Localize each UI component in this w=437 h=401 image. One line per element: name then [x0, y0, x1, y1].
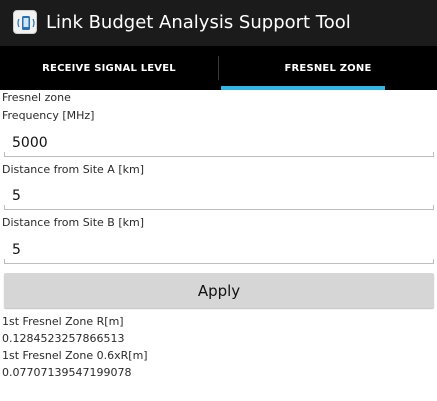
tab-fresnel-zone[interactable]: FRESNEL ZONE: [219, 46, 437, 90]
fresnel-r06-value: 0.07707139547199078: [2, 366, 132, 379]
distance-a-underline: [4, 209, 434, 210]
apply-button[interactable]: Apply: [4, 273, 434, 308]
frequency-underline-right-tick: [433, 152, 434, 157]
distance-b-underline-right-tick: [433, 259, 434, 264]
fresnel-r-label: 1st Fresnel Zone R[m]: [2, 315, 124, 328]
distance-b-underline: [4, 263, 434, 264]
distance-a-underline-left-tick: [4, 205, 5, 210]
fresnel-r06-label: 1st Fresnel Zone 0.6xR[m]: [2, 349, 148, 362]
frequency-label: Frequency [MHz]: [2, 109, 95, 122]
distance-a-underline-right-tick: [433, 205, 434, 210]
tab-receive-signal-level[interactable]: RECEIVE SIGNAL LEVEL: [0, 46, 218, 90]
fresnel-r-value: 0.1284523257866513: [2, 332, 125, 345]
distance-a-input[interactable]: [4, 184, 434, 208]
action-bar: Link Budget Analysis Support Tool: [0, 0, 437, 46]
tab-bar: RECEIVE SIGNAL LEVEL FRESNEL ZONE: [0, 46, 437, 90]
app-title: Link Budget Analysis Support Tool: [46, 12, 351, 33]
fresnel-form: Fresnel zone Frequency [MHz] Distance fr…: [0, 90, 437, 401]
section-title: Fresnel zone: [2, 91, 71, 104]
distance-a-label: Distance from Site A [km]: [2, 163, 144, 176]
phone-signal-icon: [13, 10, 37, 34]
distance-b-input[interactable]: [4, 238, 434, 262]
frequency-input[interactable]: [4, 131, 434, 155]
distance-b-underline-left-tick: [4, 259, 5, 264]
distance-b-label: Distance from Site B [km]: [2, 216, 145, 229]
frequency-underline: [4, 156, 434, 157]
frequency-underline-left-tick: [4, 152, 5, 157]
app-screen: Link Budget Analysis Support Tool RECEIV…: [0, 0, 437, 401]
